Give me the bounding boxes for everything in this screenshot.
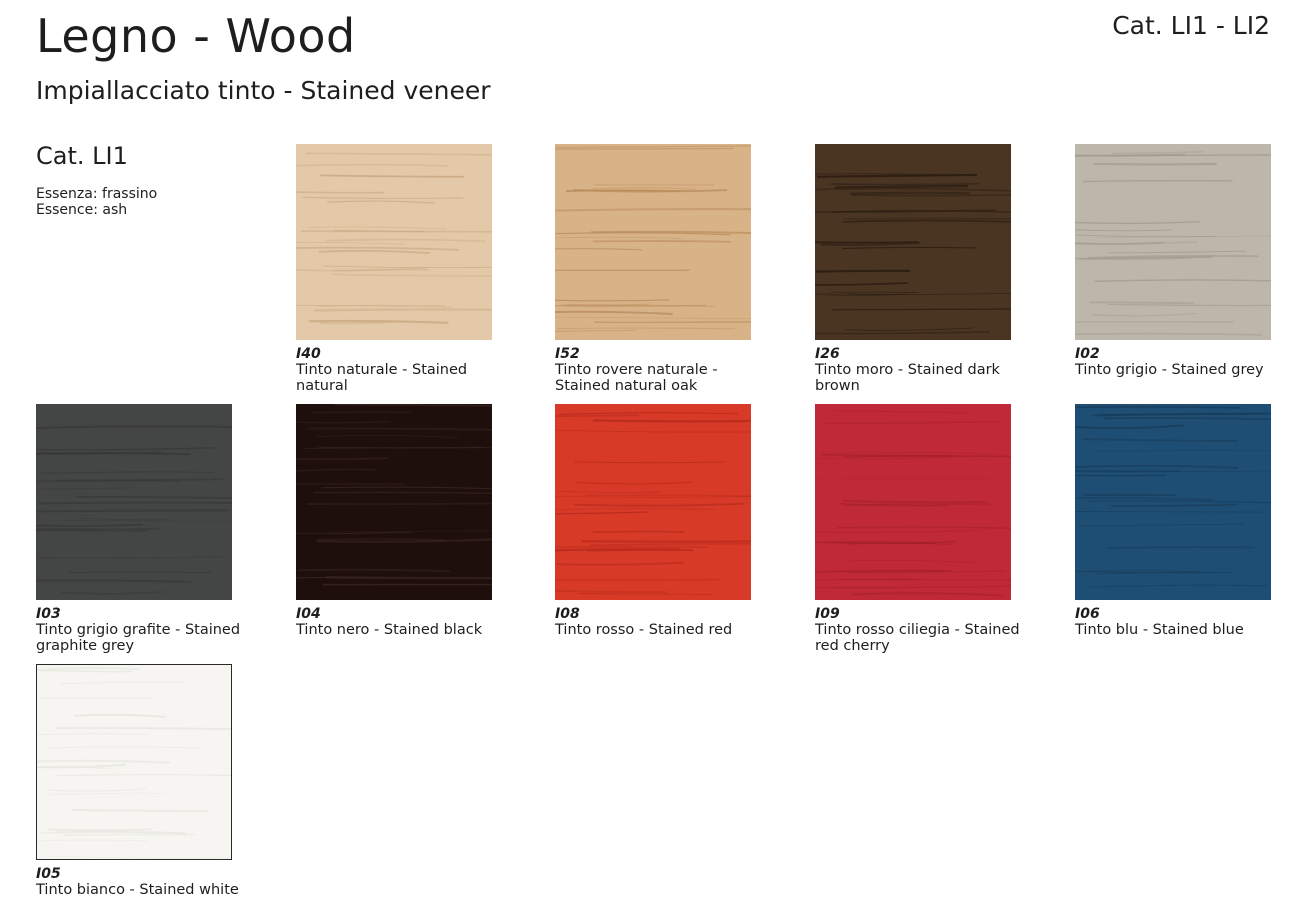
swatch-label: Tinto grigio - Stained grey bbox=[1075, 362, 1264, 378]
swatch-image[interactable] bbox=[1075, 404, 1271, 600]
swatch-image[interactable] bbox=[296, 144, 492, 340]
swatch-code: I40 bbox=[296, 346, 321, 362]
essence-english: Essence: ash bbox=[36, 202, 128, 218]
swatch-label: Tinto blu - Stained blue bbox=[1075, 622, 1244, 638]
category-heading: Cat. LI1 bbox=[36, 142, 128, 170]
swatch-card-i26[interactable]: I26 Tinto moro - Stained dark brown bbox=[815, 144, 1015, 394]
swatch-label: Tinto naturale - Stained natural bbox=[296, 362, 468, 394]
swatch-card-i08[interactable]: I08 Tinto rosso - Stained red bbox=[555, 404, 755, 638]
swatch-card-i06[interactable]: I06 Tinto blu - Stained blue bbox=[1075, 404, 1275, 638]
swatch-code: I05 bbox=[36, 866, 61, 882]
swatch-code: I08 bbox=[555, 606, 580, 622]
swatch-label: Tinto rosso ciliegia - Stained red cherr… bbox=[815, 622, 1020, 654]
swatch-image[interactable] bbox=[296, 404, 492, 600]
swatch-image[interactable] bbox=[36, 404, 232, 600]
swatch-card-i05[interactable]: I05 Tinto bianco - Stained white bbox=[36, 664, 239, 898]
category-range: Cat. LI1 - LI2 bbox=[1112, 11, 1270, 40]
swatch-card-i02[interactable]: I02 Tinto grigio - Stained grey bbox=[1075, 144, 1275, 378]
swatch-label: Tinto bianco - Stained white bbox=[36, 882, 239, 898]
swatch-label: Tinto moro - Stained dark brown bbox=[815, 362, 1000, 394]
swatch-image[interactable] bbox=[36, 664, 232, 860]
essence-italian: Essenza: frassino bbox=[36, 186, 158, 202]
swatch-label: Tinto grigio grafite - Stained graphite … bbox=[36, 622, 241, 654]
swatch-card-i04[interactable]: I04 Tinto nero - Stained black bbox=[296, 404, 496, 638]
swatch-image[interactable] bbox=[1075, 144, 1271, 340]
swatch-card-i09[interactable]: I09 Tinto rosso ciliegia - Stained red c… bbox=[815, 404, 1020, 654]
swatch-image[interactable] bbox=[555, 144, 751, 340]
swatch-card-i40[interactable]: I40 Tinto naturale - Stained natural bbox=[296, 144, 496, 394]
page-title: Legno - Wood bbox=[36, 9, 356, 63]
swatch-code: I02 bbox=[1075, 346, 1100, 362]
page-subtitle: Impiallacciato tinto - Stained veneer bbox=[36, 76, 491, 105]
category-info: Cat. LI1 Essenza: frassino Essence: ash bbox=[36, 140, 276, 218]
swatch-code: I06 bbox=[1075, 606, 1100, 622]
swatch-image[interactable] bbox=[555, 404, 751, 600]
swatch-label: Tinto rosso - Stained red bbox=[555, 622, 733, 638]
swatch-code: I09 bbox=[815, 606, 840, 622]
swatch-code: I26 bbox=[815, 346, 840, 362]
swatch-image[interactable] bbox=[815, 144, 1011, 340]
swatch-image[interactable] bbox=[815, 404, 1011, 600]
swatch-code: I04 bbox=[296, 606, 321, 622]
swatch-card-i03[interactable]: I03 Tinto grigio grafite - Stained graph… bbox=[36, 404, 240, 654]
swatch-card-i52[interactable]: I52 Tinto rovere naturale - Stained natu… bbox=[555, 144, 755, 394]
swatch-code: I03 bbox=[36, 606, 61, 622]
swatch-label: Tinto nero - Stained black bbox=[296, 622, 483, 638]
swatch-label: Tinto rovere naturale - Stained natural … bbox=[555, 362, 718, 394]
swatch-code: I52 bbox=[555, 346, 580, 362]
